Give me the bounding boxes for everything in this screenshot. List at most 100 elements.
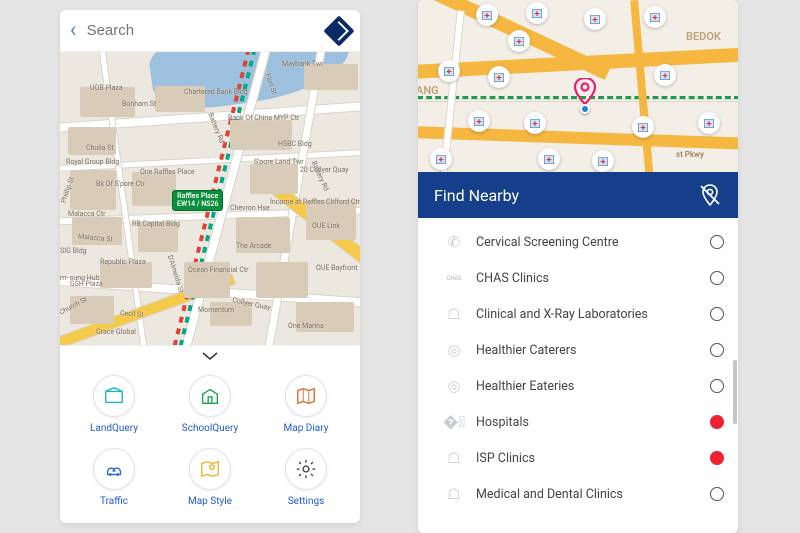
map-label: OUE Link — [312, 222, 340, 230]
map-label: RB Capital Bldg — [132, 220, 180, 228]
poi-hospital-icon[interactable] — [508, 30, 530, 52]
tool-label: SchoolQuery — [182, 423, 238, 434]
tool-label: Map Style — [188, 496, 232, 507]
map-label: OUE Bayfront — [316, 264, 357, 272]
radio-icon[interactable] — [710, 487, 724, 501]
map-label: Maybank Twr — [282, 60, 324, 68]
map-label: MSIG Bldg — [60, 247, 87, 255]
scrollbar-thumb[interactable] — [733, 360, 737, 424]
poi-hospital-icon[interactable] — [438, 60, 460, 82]
mrt-station-badge[interactable]: Raffles Place EW14 / NS26 — [172, 190, 223, 211]
poi-hospital-icon[interactable] — [524, 112, 546, 134]
tool-label: LandQuery — [90, 423, 138, 434]
radio-icon[interactable] — [710, 307, 724, 321]
map-label: Grace Global — [96, 328, 136, 336]
map-label: Bonham St — [122, 100, 156, 108]
nearby-item-xray[interactable]: ☖ Clinical and X-Ray Laboratories — [418, 296, 738, 332]
landquery-icon — [103, 385, 125, 407]
location-off-icon[interactable] — [698, 183, 722, 207]
chas-icon: CHAS — [444, 268, 464, 288]
current-location-dot-icon — [580, 104, 590, 114]
tools-grid: LandQuery SchoolQuery Map Diary Traffic … — [60, 365, 360, 523]
poi-hospital-icon[interactable] — [584, 8, 606, 30]
mapstyle-icon — [199, 458, 221, 480]
poi-hospital-icon[interactable] — [430, 148, 452, 170]
drawer-handle[interactable] — [60, 345, 360, 365]
app-logo-icon[interactable] — [323, 15, 354, 46]
nearby-item-cervical[interactable]: ✆ Cervical Screening Centre — [418, 224, 738, 260]
map-label: One Raffles Place — [140, 168, 195, 176]
map-label: Bk Of S'pore Ctr — [96, 180, 145, 188]
nearby-item-caterers[interactable]: ◎ Healthier Caterers — [418, 332, 738, 368]
store-icon: ☖ — [444, 304, 464, 324]
radio-icon[interactable] — [710, 271, 724, 285]
poi-hospital-icon[interactable] — [698, 112, 720, 134]
radio-icon[interactable] — [710, 415, 724, 429]
map-canvas[interactable]: Raffles Place EW14 / NS26 Bonham St UOB … — [60, 52, 360, 345]
map-label: UOB Plaza — [90, 84, 123, 92]
dish-icon: ◎ — [444, 340, 464, 360]
radio-icon[interactable] — [710, 235, 724, 249]
phone-icon: ✆ — [444, 232, 464, 252]
nearby-item-hospitals[interactable]: �⃞ Hospitals — [418, 404, 738, 440]
map-label: Chevron Hse — [230, 204, 270, 212]
nearby-list[interactable]: ✆ Cervical Screening Centre CHAS CHAS Cl… — [418, 218, 738, 533]
back-icon[interactable]: ‹ — [70, 18, 77, 43]
map-label: One Marina — [288, 322, 324, 330]
top-bar: ‹ — [60, 10, 360, 52]
map-label: Momentum — [198, 306, 234, 314]
radio-icon[interactable] — [710, 379, 724, 393]
find-nearby-title: Find Nearby — [434, 186, 519, 205]
gear-icon — [295, 458, 317, 480]
map-label: Malacca Ctr — [68, 210, 106, 218]
tool-label: Settings — [288, 496, 325, 507]
schoolquery-icon — [199, 385, 221, 407]
map-canvas-nearby[interactable]: ANG BEDOK st Pkwy — [418, 0, 738, 172]
dish-icon: ◎ — [444, 376, 464, 396]
phone-onemap-main: ‹ Raffles Place EW14 / NS26 Bonham St UO… — [60, 10, 360, 523]
poi-hospital-icon[interactable] — [526, 2, 548, 24]
map-road-label: st Pkwy — [676, 150, 704, 159]
traffic-icon — [103, 458, 125, 480]
map-label: The Arcade — [236, 242, 272, 250]
poi-hospital-icon[interactable] — [476, 4, 498, 26]
search-input[interactable] — [87, 22, 318, 39]
tool-mapdiary[interactable]: Map Diary — [258, 375, 354, 434]
clinic-icon: ☖ — [444, 448, 464, 468]
nearby-item-eateries[interactable]: ◎ Healthier Eateries — [418, 368, 738, 404]
poi-hospital-icon[interactable] — [538, 148, 560, 170]
phone-find-nearby: ANG BEDOK st Pkwy Find Nearby — [418, 0, 738, 533]
map-label: Sam- sung Hub — [60, 274, 100, 282]
mapdiary-icon — [295, 385, 317, 407]
nearby-item-meddent[interactable]: ☖ Medical and Dental Clinics — [418, 476, 738, 512]
map-label: Chulia St — [86, 144, 114, 152]
radio-icon[interactable] — [710, 343, 724, 357]
map-label: 20 Collyer Quay — [300, 166, 348, 174]
nearby-item-chas[interactable]: CHAS CHAS Clinics — [418, 260, 738, 296]
map-label: Royal Group Bldg — [66, 158, 119, 166]
hospital-icon: �⃞ — [444, 412, 464, 432]
tool-label: Traffic — [100, 496, 128, 507]
poi-hospital-icon[interactable] — [468, 110, 490, 132]
radio-icon[interactable] — [710, 451, 724, 465]
poi-hospital-icon[interactable] — [592, 150, 614, 172]
poi-hospital-icon[interactable] — [654, 64, 676, 86]
map-label: Cecil St — [120, 309, 144, 319]
clinic-icon: ☖ — [444, 484, 464, 504]
poi-hospital-icon[interactable] — [644, 6, 666, 28]
tool-settings[interactable]: Settings — [258, 448, 354, 507]
map-label: Ocean Financial Ctr — [188, 266, 249, 274]
tool-traffic[interactable]: Traffic — [66, 448, 162, 507]
tool-landquery[interactable]: LandQuery — [66, 375, 162, 434]
map-area-label: ANG — [418, 84, 439, 97]
map-label: HSBC Bldg — [278, 140, 312, 148]
nearby-item-isp[interactable]: ☖ ISP Clinics — [418, 440, 738, 476]
map-label: Bank Of China MYP Ctr — [228, 114, 299, 122]
map-label: Republic Plaza — [100, 258, 146, 266]
tool-mapstyle[interactable]: Map Style — [162, 448, 258, 507]
tool-schoolquery[interactable]: SchoolQuery — [162, 375, 258, 434]
poi-hospital-icon[interactable] — [488, 66, 510, 88]
map-area-label: BEDOK — [686, 30, 721, 43]
location-pin-icon — [574, 78, 596, 104]
poi-hospital-icon[interactable] — [632, 116, 654, 138]
